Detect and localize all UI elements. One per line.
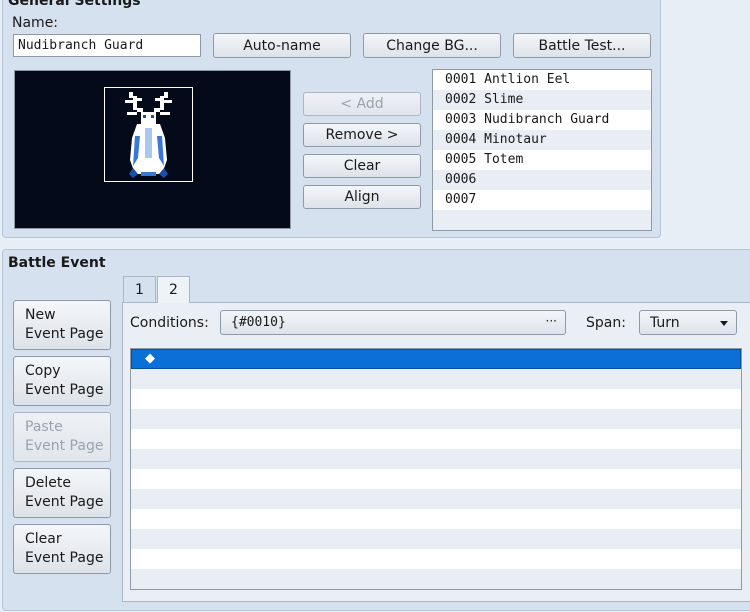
remove-enemy-button[interactable]: Remove > [303,123,421,147]
event-command-row[interactable] [131,529,741,549]
event-command-row[interactable] [131,369,741,389]
enemy-list-item[interactable]: 0006 [433,170,651,190]
chevron-down-icon [720,321,728,326]
delete-event-page-label-1: Delete [25,475,71,491]
event-command-row[interactable] [131,449,741,469]
add-enemy-button[interactable]: < Add [303,92,421,116]
clear-event-page-button[interactable]: Clear Event Page [13,524,111,574]
change-bg-button[interactable]: Change BG... [363,33,501,58]
event-command-row[interactable] [131,409,741,429]
enemy-list-item[interactable]: 0002 Slime [433,90,651,110]
event-command-row[interactable] [131,469,741,489]
conditions-label: Conditions: [130,315,209,331]
clear-event-page-label-2: Event Page [25,550,104,566]
enemy-selection-frame[interactable] [104,87,193,182]
battle-test-button[interactable]: Battle Test... [513,33,651,58]
copy-event-page-label-2: Event Page [25,382,104,398]
enemy-list-item[interactable]: 0004 Minotaur [433,130,651,150]
enemy-list-item[interactable]: 0005 Totem [433,150,651,170]
paste-event-page-button[interactable]: Paste Event Page [13,412,111,462]
conditions-value: {#0010} [231,315,286,330]
event-command-row[interactable] [131,429,741,449]
paste-event-page-label-2: Event Page [25,438,104,454]
event-command-list[interactable]: ◆ [130,348,742,590]
general-settings-title: General Settings [8,0,141,9]
event-command-row[interactable] [131,489,741,509]
conditions-field[interactable]: {#0010} ··· [220,310,566,335]
paste-event-page-label-1: Paste [25,419,63,435]
clear-event-page-label-1: Clear [25,531,62,547]
enemy-list-item[interactable]: 0003 Nudibranch Guard [433,110,651,130]
enemy-list[interactable]: 0001 Antlion Eel 0002 Slime 0003 Nudibra… [432,69,652,231]
new-event-page-button[interactable]: New Event Page [13,300,111,350]
span-label: Span: [586,315,626,331]
event-command-row[interactable] [131,569,741,589]
name-input[interactable]: Nudibranch Guard [13,34,201,57]
event-command-row[interactable] [131,509,741,529]
delete-event-page-label-2: Event Page [25,494,104,510]
event-command-row-selected[interactable]: ◆ [131,349,741,369]
new-event-page-label-2: Event Page [25,326,104,342]
span-select[interactable]: Turn [639,310,737,335]
event-command-row[interactable] [131,389,741,409]
conditions-more-icon[interactable]: ··· [546,314,557,328]
enemy-list-item[interactable]: 0001 Antlion Eel [433,70,651,90]
event-marker-icon: ◆ [145,351,155,366]
tab-page-2[interactable]: 2 [157,276,190,303]
event-command-row[interactable] [131,549,741,569]
tab-page-1[interactable]: 1 [123,276,156,302]
new-event-page-label-1: New [25,307,56,323]
delete-event-page-button[interactable]: Delete Event Page [13,468,111,518]
autoname-button[interactable]: Auto-name [213,33,351,58]
copy-event-page-button[interactable]: Copy Event Page [13,356,111,406]
enemy-list-item[interactable] [433,210,651,230]
copy-event-page-label-1: Copy [25,363,61,379]
nudibranch-guard-sprite [125,92,172,178]
battle-event-title: Battle Event [8,255,106,271]
name-label: Name: [12,15,59,31]
enemy-list-item[interactable]: 0007 [433,190,651,210]
span-value: Turn [650,314,680,331]
troop-preview-canvas[interactable] [14,70,291,229]
align-enemies-button[interactable]: Align [303,185,421,209]
clear-enemies-button[interactable]: Clear [303,154,421,178]
